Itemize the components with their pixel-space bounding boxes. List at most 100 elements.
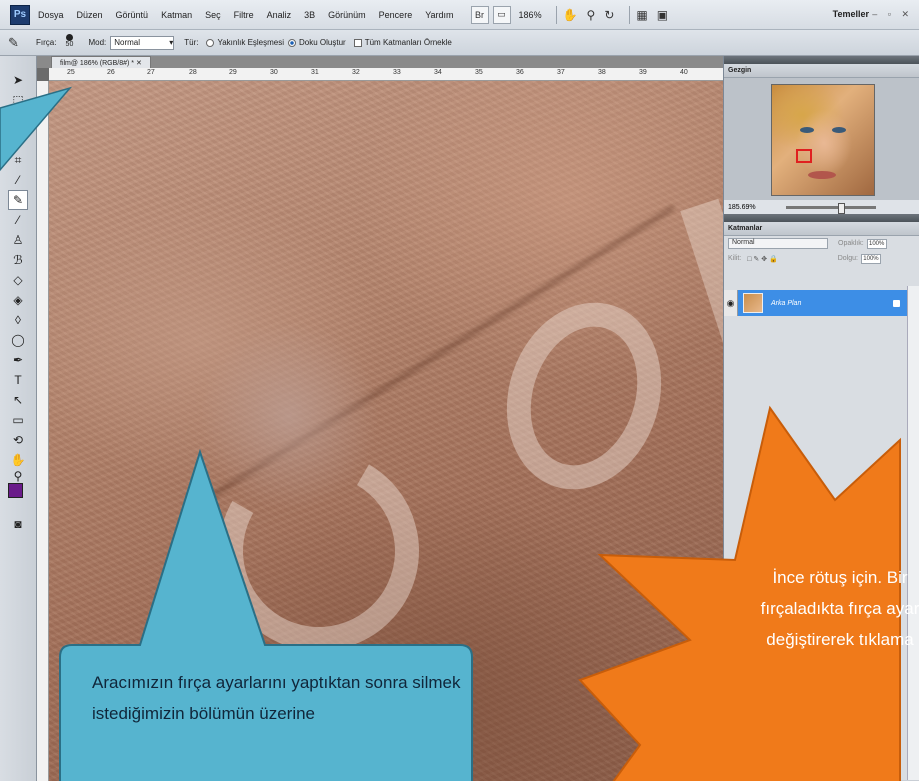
mode-select[interactable]: Normal ▾	[110, 35, 175, 50]
type-tool-icon[interactable]: T	[8, 370, 28, 390]
blend-mode-select[interactable]: Normal	[728, 238, 828, 249]
menu-3d[interactable]: 3B	[304, 10, 315, 20]
photoshop-logo-icon: Ps	[10, 4, 30, 25]
type-label: Tür:	[184, 38, 199, 47]
history-brush-icon[interactable]: ℬ	[8, 250, 28, 270]
menu-view[interactable]: Görünüm	[328, 10, 366, 20]
layers-blend-row: Normal Opaklık: 100%	[724, 236, 919, 251]
layer-thumbnail	[743, 293, 763, 313]
zoom-level[interactable]: 186%	[519, 10, 542, 20]
window-controls[interactable]: – ▫ ✕	[872, 9, 913, 20]
ruler-label: 31	[311, 69, 319, 76]
ruler-label: 32	[352, 69, 360, 76]
panel-dock-header	[724, 214, 919, 222]
layer-row-background[interactable]: ◉ Arka Plan	[724, 290, 908, 316]
fill-label: Dolgu:	[837, 255, 858, 262]
menu-edit[interactable]: Düzen	[77, 10, 103, 20]
navigator-zoom[interactable]: 185.69%	[728, 204, 756, 211]
lasso-tool-icon[interactable]: ℒ	[8, 110, 28, 130]
create-texture-radio[interactable]	[288, 38, 297, 47]
zoom-slider[interactable]	[785, 202, 876, 214]
crop-tool-icon[interactable]: ⌗	[8, 150, 28, 170]
menu-window[interactable]: Pencere	[379, 10, 413, 20]
marquee-tool-icon[interactable]: ⬚	[8, 90, 28, 110]
layers-panel-header[interactable]: Katmanlar	[724, 222, 919, 236]
watermark-letter-v	[680, 198, 723, 364]
opacity-input[interactable]: 100%	[866, 238, 887, 249]
menu-select[interactable]: Seç	[205, 10, 221, 20]
panel-dock-header	[724, 56, 919, 64]
app-bar-tools: Br ▭ 186% ✋ ⚲ ↻ ▦ ▣	[470, 5, 678, 24]
blur-tool-icon[interactable]: ◊	[8, 310, 28, 330]
3d-rotate-icon[interactable]: ⟲	[8, 430, 28, 450]
menu-filter[interactable]: Filtre	[234, 10, 254, 20]
brush-label: Fırça:	[36, 38, 57, 47]
thumbnail-eye	[832, 127, 846, 133]
zoom-tool-icon[interactable]: ⚲	[587, 8, 596, 22]
photoshop-window: Ps Dosya Düzen Görüntü Katman Seç Filtre…	[0, 0, 919, 781]
quick-mask-icon[interactable]: ◙	[8, 514, 28, 534]
lock-icons[interactable]: □ ✎ ✥ 🔒	[747, 255, 778, 263]
brush-picker[interactable]: 50	[60, 33, 78, 52]
menu-analysis[interactable]: Analiz	[267, 10, 292, 20]
sample-all-layers-checkbox[interactable]	[353, 38, 362, 47]
lock-icon	[893, 299, 900, 307]
magic-wand-icon[interactable]: ✦	[8, 130, 28, 150]
screen-mode-icon[interactable]: ▭	[492, 5, 511, 24]
visibility-eye-icon[interactable]: ◉	[724, 290, 738, 316]
right-panels: Gezgin 185.69% Katmanlar Normal Opaklık:…	[723, 56, 919, 781]
screen-layout-icon[interactable]: ▣	[657, 8, 668, 22]
gradient-tool-icon[interactable]: ◈	[8, 290, 28, 310]
brush-size: 50	[65, 40, 74, 48]
brush-tool-icon[interactable]: ⁄	[8, 210, 28, 230]
layers-lock-row: Kilit: □ ✎ ✥ 🔒 Dolgu: 100%	[724, 251, 919, 266]
ruler-label: 36	[516, 69, 524, 76]
orange-callout-text: İnce rötuş için. Bir fırçaladıkta fırça …	[760, 568, 919, 649]
foreground-color-swatch[interactable]	[8, 483, 23, 498]
ruler-label: 35	[475, 69, 483, 76]
ruler-label: 39	[639, 69, 647, 76]
dodge-tool-icon[interactable]: ◯	[8, 330, 28, 350]
rotate-view-icon[interactable]: ↻	[604, 8, 614, 22]
horizontal-ruler[interactable]: 25 26 27 28 29 30 31 32 33 34 35 36 37 3…	[49, 68, 723, 81]
ruler-label: 40	[680, 69, 688, 76]
blue-callout-text: Aracımızın fırça ayarlarını yaptıktan so…	[92, 673, 461, 723]
hand-tool-icon[interactable]: ✋	[563, 8, 578, 22]
path-selection-icon[interactable]: ↖	[8, 390, 28, 410]
clone-stamp-icon[interactable]: ♙	[8, 230, 28, 250]
navigator-panel-header[interactable]: Gezgin	[724, 64, 919, 78]
ruler-label: 33	[393, 69, 401, 76]
pen-tool-icon[interactable]: ✒	[8, 350, 28, 370]
move-tool-icon[interactable]: ➤	[8, 70, 28, 90]
watermark-letter-o	[483, 282, 685, 510]
mode-label: Mod:	[88, 38, 107, 47]
spot-healing-brush-icon[interactable]: ✎	[8, 35, 30, 51]
layers-scrollbar[interactable]	[907, 286, 919, 780]
bridge-button[interactable]: Br	[470, 5, 489, 24]
eraser-icon[interactable]: ◇	[8, 270, 28, 290]
document-tab[interactable]: film@ 186% (RGB/8#) * ✕	[51, 56, 151, 68]
navigator-thumbnail[interactable]	[771, 84, 875, 196]
document-tab-bar: film@ 186% (RGB/8#) * ✕	[37, 56, 723, 68]
ruler-label: 34	[434, 69, 442, 76]
vertical-ruler[interactable]	[37, 81, 49, 781]
ruler-label: 27	[147, 69, 155, 76]
menu-help[interactable]: Yardım	[425, 10, 453, 20]
chevron-down-icon: ▾	[169, 38, 174, 47]
create-texture-label: Doku Oluştur	[299, 38, 346, 47]
thumbnail-eye	[800, 127, 814, 133]
options-bar: ✎ Fırça: 50 Mod: Normal ▾ Tür: Yakınlık …	[0, 30, 919, 56]
menu-image[interactable]: Görüntü	[116, 10, 149, 20]
shape-tool-icon[interactable]: ▭	[8, 410, 28, 430]
arrange-documents-icon[interactable]: ▦	[636, 8, 647, 22]
menu-layer[interactable]: Katman	[161, 10, 192, 20]
workspace-switcher[interactable]: Temeller	[833, 9, 869, 19]
healing-brush-icon[interactable]: ✎	[8, 190, 28, 210]
proximity-match-radio[interactable]	[206, 38, 215, 47]
menu-file[interactable]: Dosya	[38, 10, 64, 20]
navigator-footer: 185.69%	[724, 200, 919, 214]
eyedropper-icon[interactable]: ⁄	[8, 170, 28, 190]
fill-input[interactable]: 100%	[860, 253, 881, 264]
view-box[interactable]	[796, 149, 812, 163]
thumbnail-lips	[808, 171, 836, 179]
